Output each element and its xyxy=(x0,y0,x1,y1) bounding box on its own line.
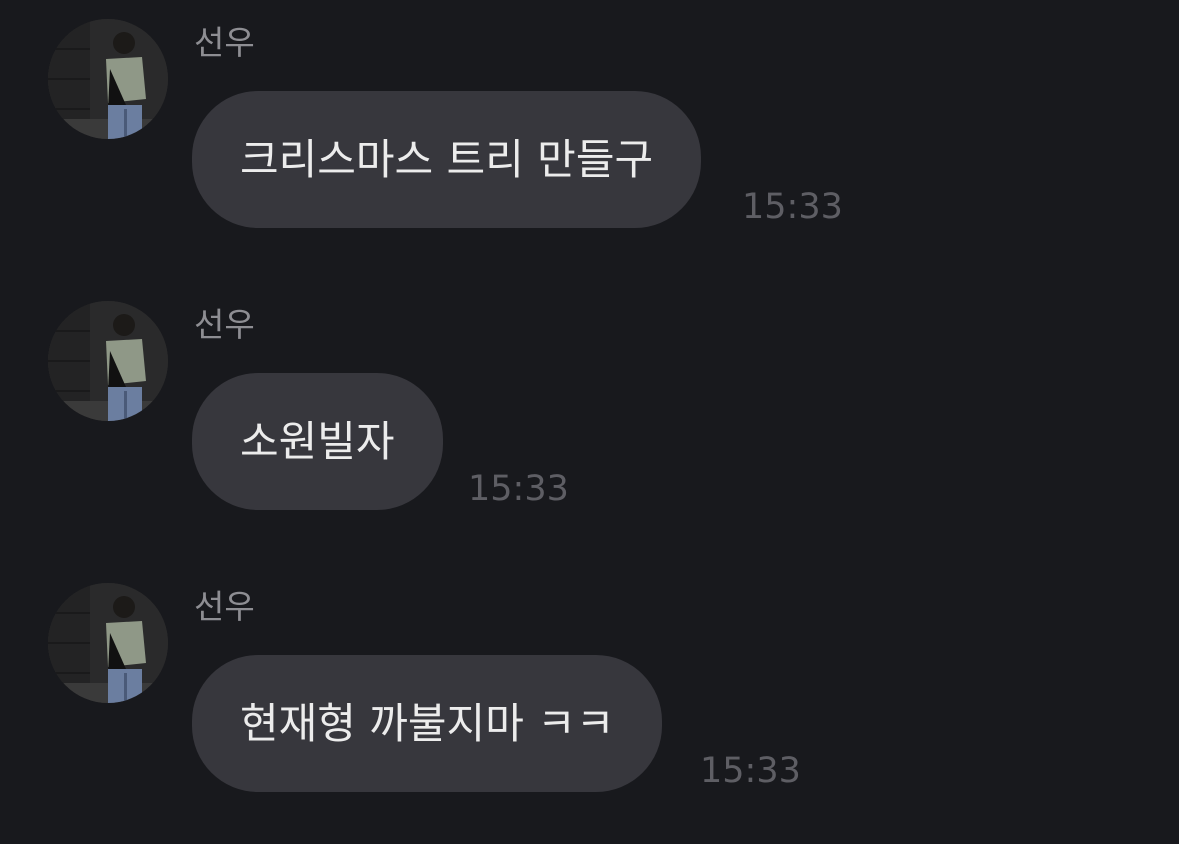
sender-name: 선우 xyxy=(194,23,255,62)
chat-message: 선우 크리스마스 트리 만들구 15:33 xyxy=(0,19,1179,249)
avatar[interactable] xyxy=(48,583,168,703)
chat-message: 선우 소원빌자 15:33 xyxy=(0,301,1179,531)
message-bubble[interactable]: 크리스마스 트리 만들구 xyxy=(192,91,702,228)
avatar[interactable] xyxy=(48,301,168,421)
message-timestamp: 15:33 xyxy=(742,187,843,227)
message-timestamp: 15:33 xyxy=(468,469,569,509)
avatar[interactable] xyxy=(48,19,168,139)
message-timestamp: 15:33 xyxy=(700,751,801,791)
sender-name: 선우 xyxy=(194,305,255,344)
profile-photo-icon xyxy=(48,583,168,703)
sender-name: 선우 xyxy=(194,587,255,626)
profile-photo-icon xyxy=(48,19,168,139)
message-bubble[interactable]: 현재형 까불지마 ㅋㅋ xyxy=(192,655,663,792)
chat-message: 선우 현재형 까불지마 ㅋㅋ 15:33 xyxy=(0,583,1179,813)
message-bubble[interactable]: 소원빌자 xyxy=(192,373,443,510)
profile-photo-icon xyxy=(48,301,168,421)
